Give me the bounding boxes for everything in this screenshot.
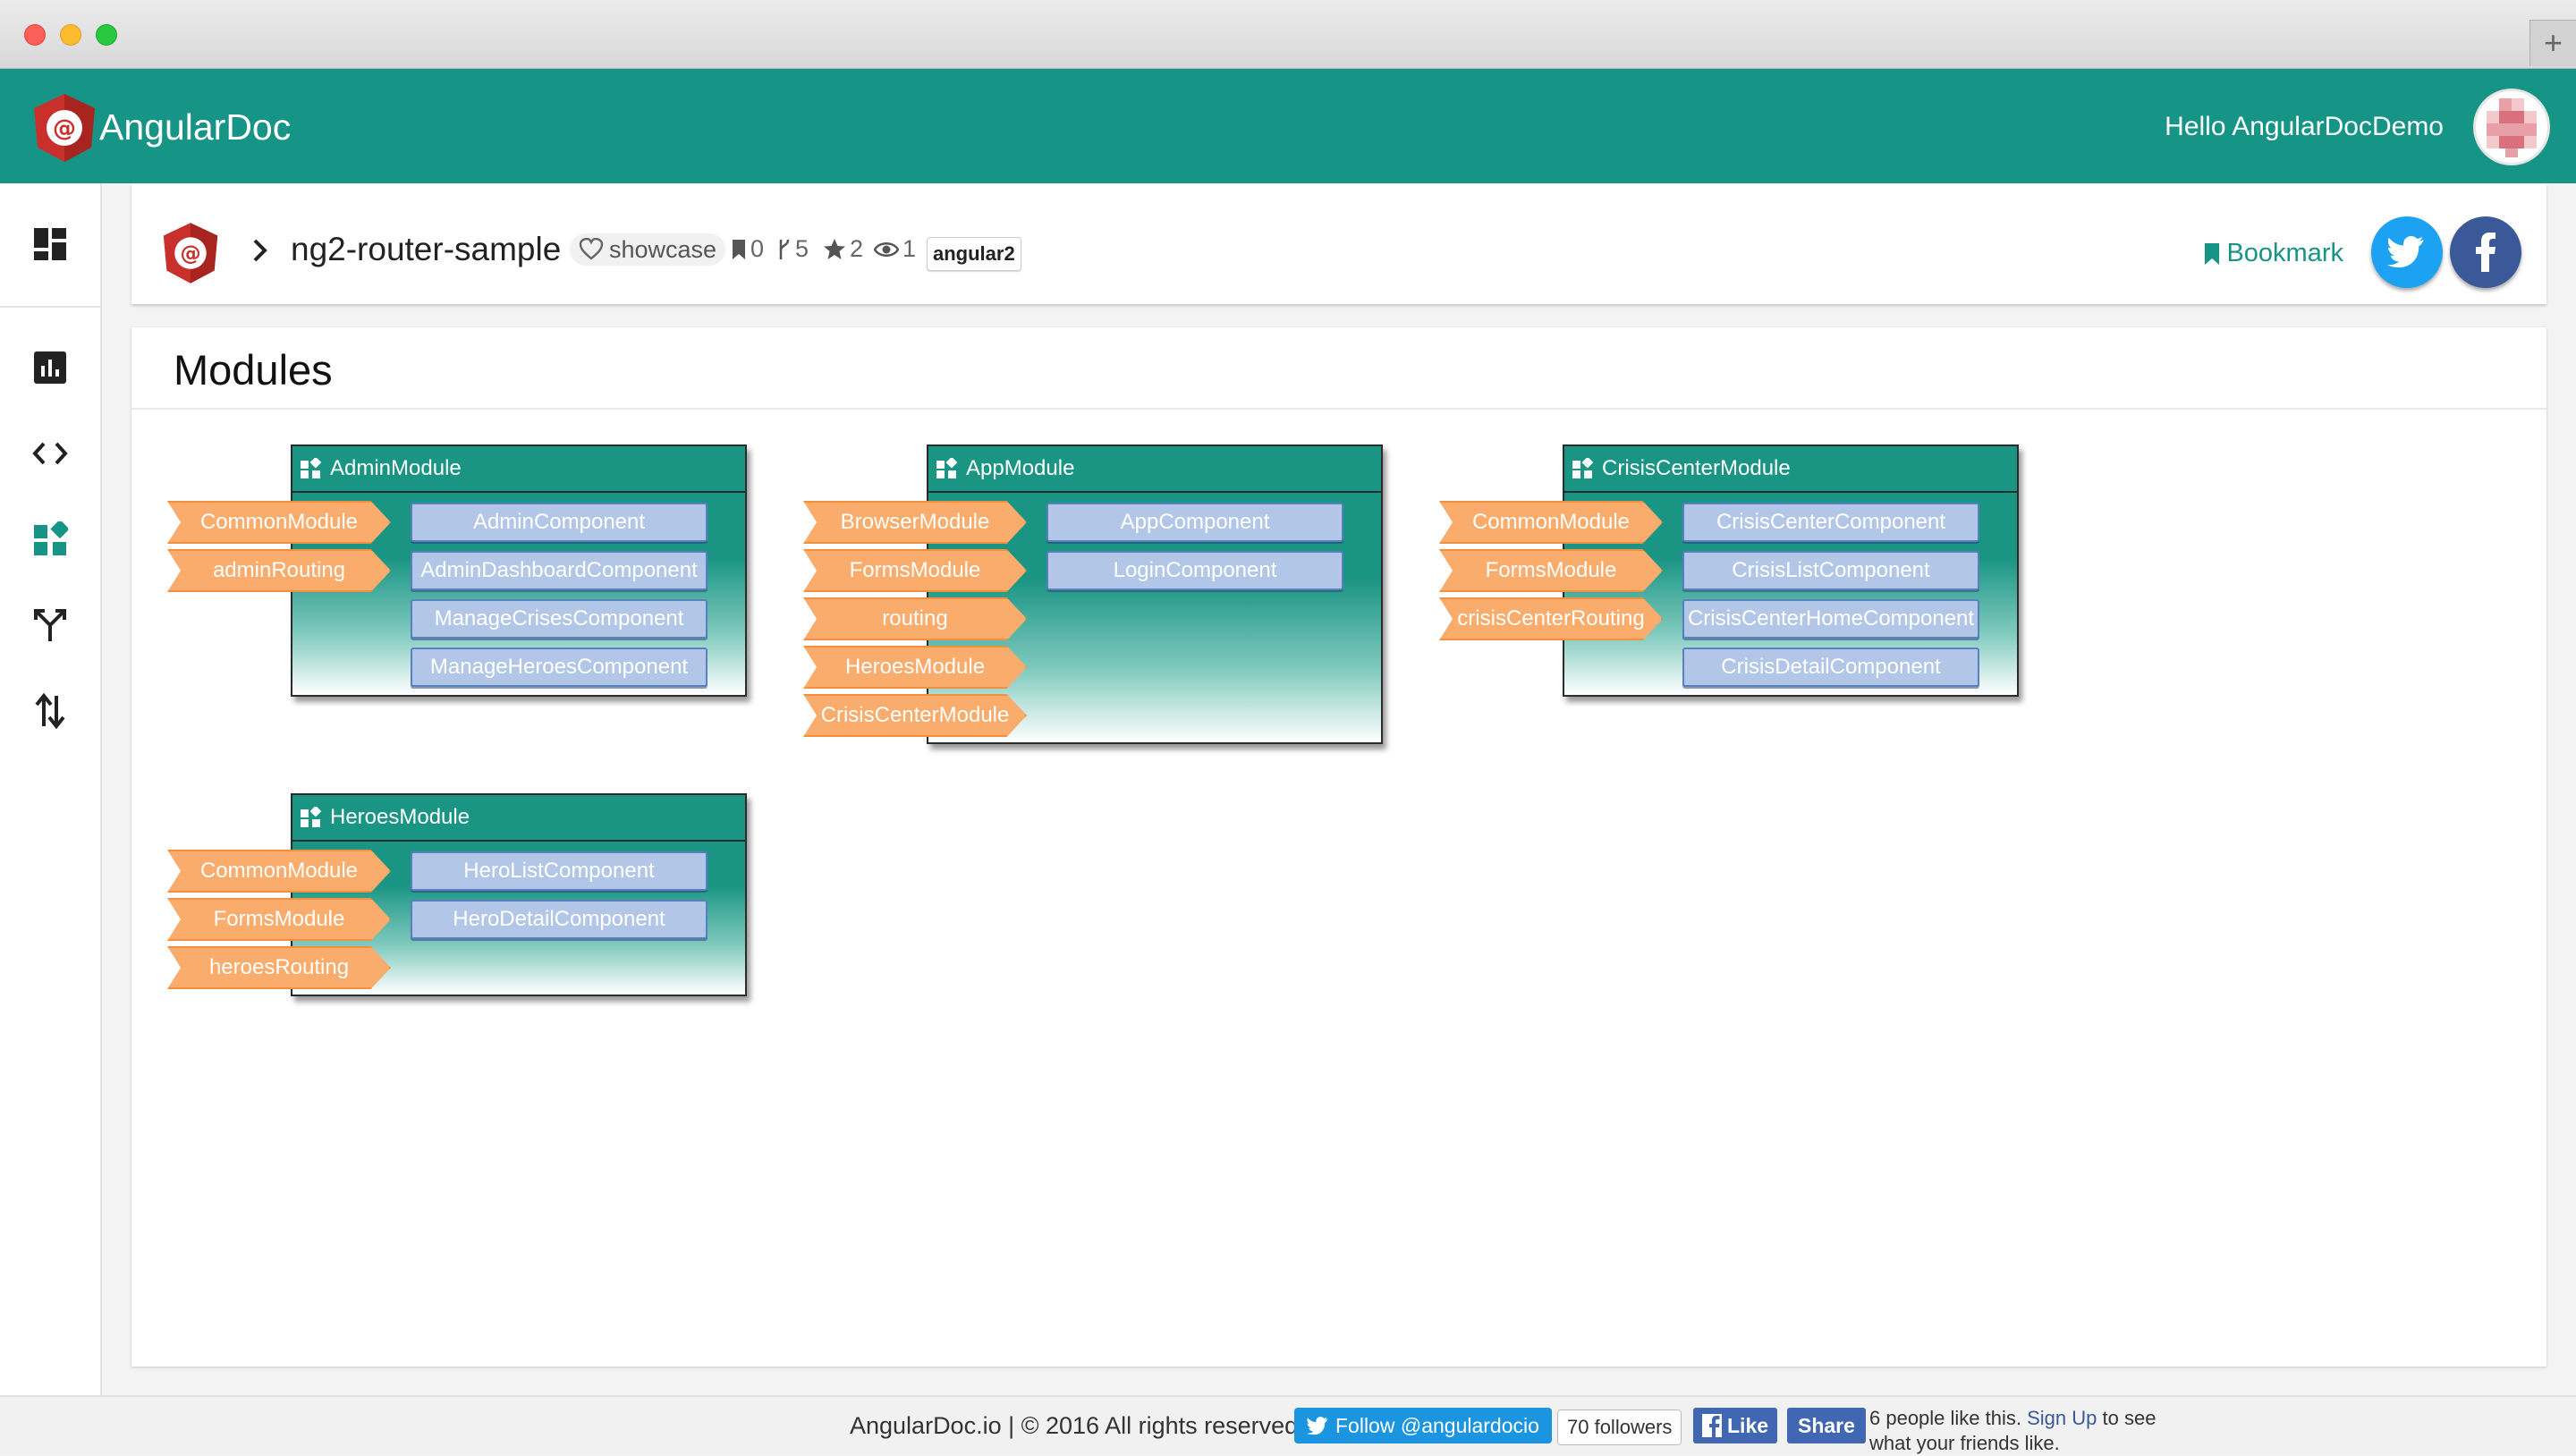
routes-icon[interactable] — [25, 600, 75, 650]
import-arrow[interactable]: crisisCenterRouting — [1439, 597, 1663, 640]
module-header: AppModule — [928, 446, 1381, 493]
tag-angular2[interactable]: angular2 — [927, 237, 1021, 271]
showcase-badge[interactable]: showcase — [570, 233, 726, 266]
brand-name[interactable]: AngularDoc — [99, 106, 291, 148]
component-box[interactable]: CrisisCenterHomeComponent — [1682, 599, 1979, 639]
component-box[interactable]: CrisisCenterComponent — [1682, 503, 1979, 542]
module-icon — [936, 458, 957, 478]
module-name: AdminModule — [330, 456, 462, 480]
module-header: HeroesModule — [292, 795, 745, 842]
heart-icon — [579, 238, 604, 260]
svg-text:@: @ — [53, 115, 76, 142]
fork-count-value: 5 — [795, 235, 809, 262]
import-arrow[interactable]: HeroesModule — [803, 646, 1027, 689]
twitter-follow-button[interactable]: Follow @angulardocio — [1294, 1408, 1552, 1443]
bookmark-icon — [733, 239, 745, 259]
facebook-share-footer-button[interactable]: Share — [1787, 1408, 1866, 1443]
panel-title: Modules — [174, 346, 333, 394]
modules-icon[interactable] — [25, 514, 75, 564]
import-arrow[interactable]: FormsModule — [167, 898, 391, 941]
bookmark-button[interactable]: Bookmark — [2203, 239, 2343, 268]
component-box[interactable]: HeroListComponent — [411, 851, 708, 891]
fork-count: 5 — [777, 235, 809, 263]
component-box[interactable]: LoginComponent — [1046, 551, 1343, 590]
facebook-like-button[interactable]: Like — [1693, 1408, 1778, 1443]
copyright-text: AngularDoc.io | © 2016 All rights reserv… — [850, 1412, 1299, 1439]
sidebar-divider — [0, 306, 100, 308]
facebook-share-button[interactable] — [2450, 216, 2521, 288]
sidebar — [0, 183, 102, 1395]
import-arrow[interactable]: FormsModule — [803, 549, 1027, 592]
module-name: CrisisCenterModule — [1602, 456, 1791, 480]
dashboard-icon[interactable] — [25, 219, 75, 269]
bookmark-label: Bookmark — [2226, 239, 2343, 267]
component-box[interactable]: HeroDetailComponent — [411, 900, 708, 939]
sort-arrows-icon[interactable] — [25, 686, 75, 736]
bookmark-count-value: 0 — [750, 235, 765, 262]
import-arrow[interactable]: CommonModule — [1439, 501, 1663, 544]
component-box[interactable]: ManageHeroesComponent — [411, 648, 708, 687]
angulardoc-logo-icon[interactable]: @ — [32, 92, 97, 164]
star-count-value: 2 — [850, 235, 864, 262]
eye-icon — [874, 241, 899, 257]
window-titlebar: + — [0, 0, 2576, 69]
component-box[interactable]: ManageCrisesComponent — [411, 599, 708, 639]
module-header: CrisisCenterModule — [1564, 446, 2017, 493]
watcher-count-value: 1 — [902, 235, 917, 262]
module-name: AppModule — [966, 456, 1075, 480]
import-arrow[interactable]: routing — [803, 597, 1027, 640]
import-arrow[interactable]: CommonModule — [167, 850, 391, 893]
footer: AngularDoc.io | © 2016 All rights reserv… — [0, 1395, 2576, 1454]
likes-count-text: 6 people like this. — [1869, 1407, 2021, 1429]
zoom-window-button[interactable] — [96, 24, 117, 46]
component-box[interactable]: AppComponent — [1046, 503, 1343, 542]
component-box[interactable]: CrisisDetailComponent — [1682, 648, 1979, 687]
project-logo-icon: @ — [163, 223, 218, 284]
module-name: HeroesModule — [330, 805, 470, 829]
star-count: 2 — [823, 235, 863, 263]
import-arrow[interactable]: CommonModule — [167, 501, 391, 544]
chevron-right-icon — [253, 239, 267, 262]
twitter-follow-label: Follow @angulardocio — [1335, 1413, 1539, 1437]
signup-link[interactable]: Sign Up — [2027, 1407, 2097, 1429]
twitter-icon — [1307, 1417, 1328, 1435]
facebook-like-label: Like — [1727, 1413, 1769, 1437]
minimize-window-button[interactable] — [60, 24, 81, 46]
app-header: @ AngularDoc Hello AngularDocDemo — [0, 69, 2576, 183]
star-icon — [824, 238, 845, 259]
component-box[interactable]: CrisisListComponent — [1682, 551, 1979, 590]
twitter-share-button[interactable] — [2371, 216, 2443, 288]
component-box[interactable]: AdminDashboardComponent — [411, 551, 708, 590]
import-arrow[interactable]: FormsModule — [1439, 549, 1663, 592]
user-greeting: Hello AngularDocDemo — [2165, 112, 2444, 141]
user-avatar[interactable] — [2476, 91, 2547, 163]
import-arrow[interactable]: heroesRouting — [167, 946, 391, 989]
panel-divider — [131, 408, 2546, 410]
module-header: AdminModule — [292, 446, 745, 493]
twitter-icon — [2387, 236, 2424, 268]
import-arrow[interactable]: BrowserModule — [803, 501, 1027, 544]
code-icon[interactable] — [25, 428, 75, 478]
showcase-label: showcase — [609, 235, 717, 263]
component-box[interactable]: AdminComponent — [411, 503, 708, 542]
project-name[interactable]: ng2-router-sample — [291, 231, 561, 268]
module-icon — [1572, 458, 1593, 478]
import-arrow[interactable]: CrisisCenterModule — [803, 694, 1027, 737]
facebook-icon — [2476, 233, 2496, 272]
import-arrow[interactable]: adminRouting — [167, 549, 391, 592]
bookmark-icon — [2205, 242, 2220, 265]
bookmark-count: 0 — [731, 235, 764, 263]
project-bar: @ ng2-router-sample showcase 0 5 2 1 ang… — [131, 183, 2546, 304]
new-tab-button[interactable]: + — [2529, 20, 2576, 66]
module-icon — [301, 807, 321, 827]
bar-chart-icon[interactable] — [25, 343, 75, 393]
fork-icon — [779, 239, 790, 259]
likes-text: 6 people like this. Sign Up to see what … — [1869, 1406, 2191, 1456]
followers-count[interactable]: 70 followers — [1557, 1409, 1682, 1445]
close-window-button[interactable] — [24, 24, 46, 46]
module-icon — [301, 458, 321, 478]
facebook-icon — [1702, 1414, 1722, 1437]
svg-text:@: @ — [180, 242, 200, 266]
watcher-count: 1 — [874, 235, 916, 263]
